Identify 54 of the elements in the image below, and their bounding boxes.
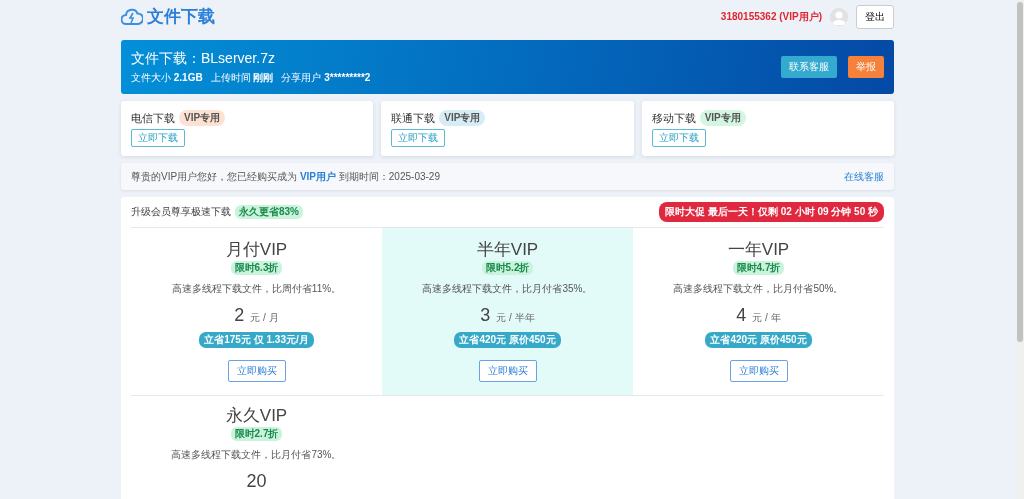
line-name: 电信下载: [131, 110, 175, 126]
vip-badge: VIP专用: [699, 110, 746, 126]
plan-name: 一年VIP: [727, 239, 790, 261]
price-unit: 元 / 月: [250, 311, 279, 325]
price-unit: 元 / 半年: [496, 311, 535, 325]
countdown-badge: 限时大促 最后一天！仅剩 02 小时 09 分钟 50 秒: [659, 202, 884, 222]
buy-button[interactable]: 立即购买: [729, 360, 788, 382]
vip-badge: VIP专用: [179, 110, 226, 126]
plan-card[interactable]: 永久VIP 限时2.7折 高速多线程下载文件，比月付省73%。 20: [131, 396, 382, 499]
savings-badge: 立省420元 原价450元: [454, 332, 561, 348]
price-unit: 元 / 年: [752, 311, 781, 325]
savings-badge: 立省175元 仅 1.33元/月: [199, 332, 314, 348]
download-button[interactable]: 立即下载: [391, 129, 446, 147]
file-title: 文件下载：BLserver.7z: [131, 49, 276, 68]
download-button[interactable]: 立即下载: [131, 129, 185, 147]
file-meta: 分享用户 3*********2: [281, 70, 371, 85]
plan-price: 2: [234, 305, 245, 326]
line-name: 联通下载: [391, 110, 436, 126]
contact-support-button[interactable]: 联系客服: [781, 56, 837, 78]
notice-text: 尊贵的VIP用户您好，您已经购买成为 VIP用户 到期时间：2025-03-29: [131, 169, 440, 184]
online-support-link[interactable]: 在线客服: [844, 169, 884, 184]
report-button[interactable]: 举报: [848, 56, 884, 78]
plan-price: 3: [480, 305, 491, 326]
buy-button[interactable]: 立即购买: [478, 360, 537, 382]
username: 3180155362 (VIP用户): [720, 9, 822, 24]
discount-badge: 限时4.7折: [732, 261, 785, 275]
savings-badge: 立省420元 原价450元: [705, 332, 812, 348]
cloud-bolt-icon: [121, 7, 143, 26]
discount-badge: 限时6.3折: [230, 261, 283, 275]
plan-card[interactable]: 月付VIP 限时6.3折 高速多线程下载文件，比周付省11%。 2 元 / 月 立省175元 仅 1.33元/月 立即购买: [131, 228, 382, 396]
savings-badge: 永久更省83%: [235, 205, 303, 219]
plan-description: 高速多线程下载文件，比月付省50%。: [673, 282, 844, 296]
logo-text: 文件下载: [147, 6, 215, 28]
plan-description: 高速多线程下载文件，比月付省35%。: [422, 282, 593, 296]
logout-button[interactable]: 登出: [856, 4, 894, 29]
discount-badge: 限时2.7折: [230, 427, 283, 441]
plan-name: 永久VIP: [225, 405, 288, 427]
file-meta: 上传时间 刚刚: [210, 70, 274, 85]
plan-price: 4: [736, 305, 747, 326]
download-button[interactable]: 立即下载: [651, 129, 706, 147]
pricing-title: 升级会员尊享极速下载: [131, 205, 231, 219]
plan-card[interactable]: 半年VIP 限时5.2折 高速多线程下载文件，比月付省35%。 3 元 / 半年 立省420元 原价450元 立即购买: [382, 228, 633, 396]
plan-name: 月付VIP: [225, 239, 288, 261]
discount-badge: 限时5.2折: [481, 261, 534, 275]
plan-description: 高速多线程下载文件，比月付省73%。: [171, 448, 342, 462]
scrollbar[interactable]: [1016, 0, 1024, 499]
buy-button[interactable]: 立即购买: [227, 360, 286, 382]
plan-name: 半年VIP: [476, 239, 539, 261]
plan-card[interactable]: 一年VIP 限时4.7折 高速多线程下载文件，比月付省50%。 4 元 / 年 立省420元 原价450元 立即购买: [633, 228, 884, 396]
line-name: 移动下载: [651, 110, 696, 126]
file-meta: 文件大小 2.1GB: [131, 70, 203, 85]
plan-price: 20: [246, 471, 267, 492]
plan-description: 高速多线程下载文件，比周付省11%。: [171, 282, 342, 296]
vip-badge: VIP专用: [439, 110, 486, 126]
